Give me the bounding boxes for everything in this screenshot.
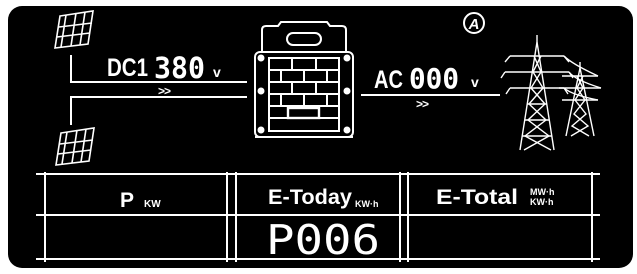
mode-symbol: A [468, 16, 480, 33]
total-label: E-Total [436, 186, 518, 209]
lcd-svg: DC1 380 v >> A AC 000 v >> P KW E-Today … [36, 10, 602, 264]
dc-label: DC1 [107, 54, 148, 82]
inverter-lcd-display: DC1 380 v >> A AC 000 v >> P KW E-Today … [8, 6, 633, 268]
inverter-cabinet-icon [254, 21, 354, 138]
total-unit-top: MW·h [530, 187, 555, 197]
power-unit: KW [144, 199, 161, 210]
ac-voltage-value: 000 [409, 62, 459, 95]
ac-label: AC [374, 66, 403, 94]
today-unit: KW·h [355, 199, 379, 209]
power-grid-tower-icon [500, 35, 602, 151]
solar-panel-top-icon [54, 10, 94, 49]
total-unit-bottom: KW·h [530, 197, 554, 207]
today-label: E-Today [268, 186, 352, 209]
mode-indicator: A [463, 12, 485, 34]
dc-flow-arrows: >> [158, 84, 171, 98]
dc-voltage-unit: v [213, 64, 221, 80]
ac-voltage-unit: v [471, 74, 479, 90]
dc-voltage-value: 380 [154, 51, 205, 85]
ac-flow-arrows: >> [416, 97, 429, 111]
today-value: P006 [266, 216, 380, 264]
solar-panel-bottom-icon [55, 127, 95, 166]
power-label: P [120, 189, 134, 212]
